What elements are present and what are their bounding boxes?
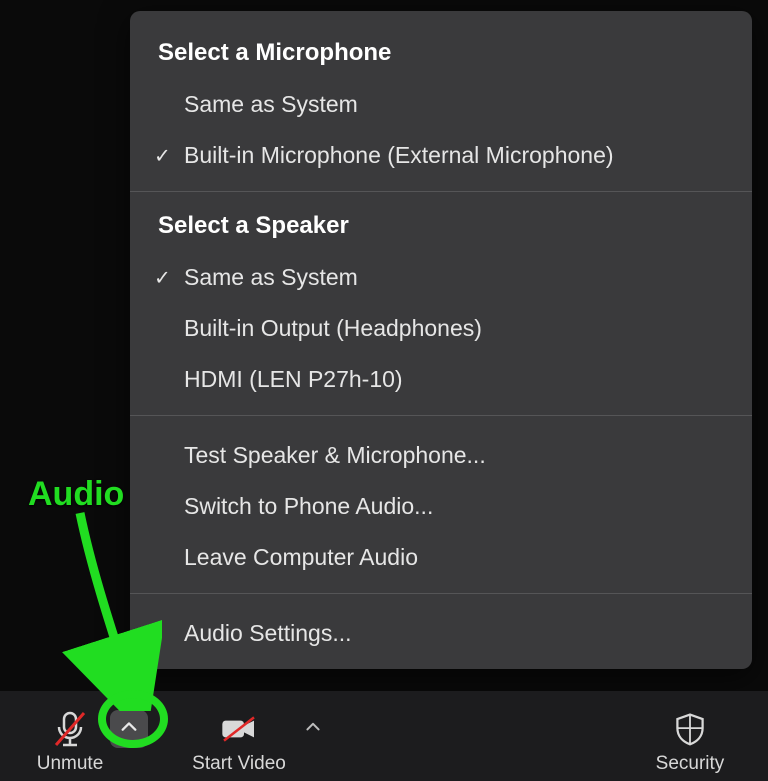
- audio-settings[interactable]: Audio Settings...: [130, 608, 752, 659]
- chevron-up-icon: [120, 718, 138, 741]
- chevron-up-icon: [305, 719, 321, 740]
- menu-divider: [130, 191, 752, 192]
- test-speaker-microphone[interactable]: Test Speaker & Microphone...: [130, 430, 752, 481]
- mic-option-label: Same as System: [184, 91, 358, 117]
- speaker-option-label: HDMI (LEN P27h-10): [184, 366, 403, 392]
- menu-action-label: Leave Computer Audio: [184, 544, 418, 570]
- speaker-section-header: Select a Speaker: [130, 206, 752, 252]
- security-button[interactable]: Security: [640, 691, 740, 781]
- leave-computer-audio[interactable]: Leave Computer Audio: [130, 532, 752, 583]
- menu-action-label: Test Speaker & Microphone...: [184, 442, 486, 468]
- meeting-toolbar: Unmute Start Video: [0, 691, 768, 781]
- check-icon: ✓: [154, 143, 171, 168]
- mic-section-header: Select a Microphone: [130, 33, 752, 79]
- unmute-button[interactable]: Unmute: [32, 691, 108, 781]
- switch-to-phone-audio[interactable]: Switch to Phone Audio...: [130, 481, 752, 532]
- mic-option-builtin[interactable]: ✓ Built-in Microphone (External Micropho…: [130, 130, 752, 181]
- video-off-icon: [219, 709, 259, 749]
- unmute-label: Unmute: [37, 753, 104, 775]
- check-icon: ✓: [154, 265, 171, 290]
- annotation-label: Audio: [28, 475, 124, 514]
- speaker-option-label: Same as System: [184, 264, 358, 290]
- menu-divider: [130, 415, 752, 416]
- video-options-caret[interactable]: [298, 714, 328, 744]
- speaker-option-same-as-system[interactable]: ✓ Same as System: [130, 252, 752, 303]
- speaker-option-label: Built-in Output (Headphones): [184, 315, 482, 341]
- audio-options-caret[interactable]: [110, 710, 148, 748]
- shield-icon: [670, 709, 710, 749]
- menu-divider: [130, 593, 752, 594]
- microphone-muted-icon: [50, 709, 90, 749]
- mic-option-same-as-system[interactable]: Same as System: [130, 79, 752, 130]
- start-video-label: Start Video: [192, 753, 286, 775]
- audio-options-menu: Select a Microphone Same as System ✓ Bui…: [130, 11, 752, 669]
- menu-action-label: Switch to Phone Audio...: [184, 493, 433, 519]
- menu-action-label: Audio Settings...: [184, 620, 352, 646]
- speaker-option-builtin-output[interactable]: Built-in Output (Headphones): [130, 303, 752, 354]
- security-label: Security: [656, 753, 725, 775]
- mic-option-label: Built-in Microphone (External Microphone…: [184, 142, 614, 168]
- start-video-button[interactable]: Start Video: [180, 691, 298, 781]
- speaker-option-hdmi[interactable]: HDMI (LEN P27h-10): [130, 354, 752, 405]
